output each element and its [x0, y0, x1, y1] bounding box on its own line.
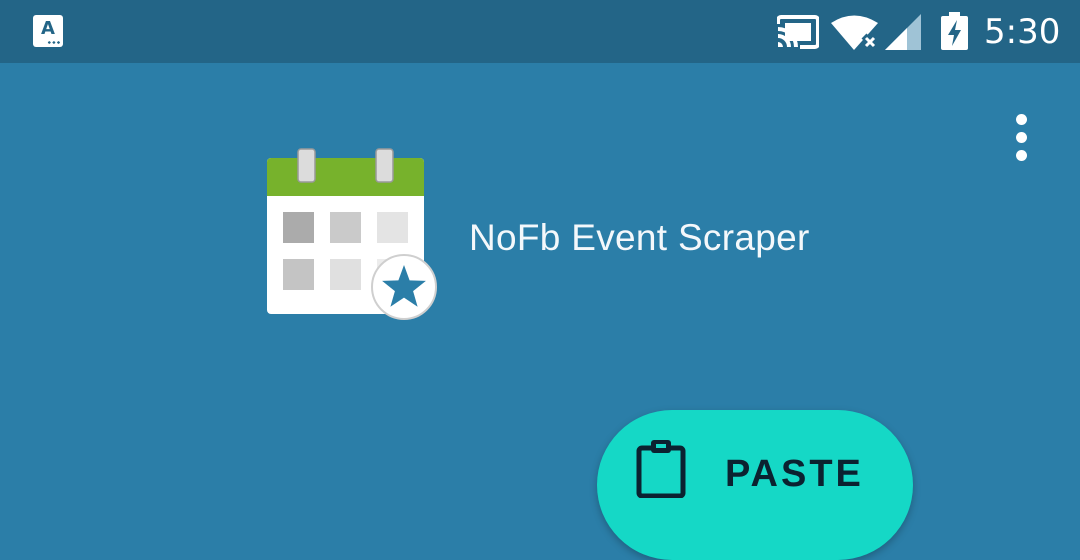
app-notification-letter: A	[41, 18, 55, 39]
paste-label: PASTE	[725, 453, 864, 495]
clipboard-icon	[636, 440, 686, 498]
more-vert-icon[interactable]	[1002, 110, 1042, 166]
battery-charging-icon	[941, 12, 968, 50]
cell-signal-icon	[885, 14, 921, 50]
cast-icon	[777, 15, 819, 49]
app-title: NoFb Event Scraper	[469, 217, 810, 258]
wifi-no-internet-icon	[831, 15, 879, 50]
calendar-star-icon	[267, 148, 437, 320]
app-notification-icon: A	[33, 15, 63, 47]
status-bar: A 5:30	[0, 0, 1080, 63]
status-time: 5:30	[984, 12, 1061, 52]
paste-button[interactable]: PASTE	[597, 410, 913, 560]
